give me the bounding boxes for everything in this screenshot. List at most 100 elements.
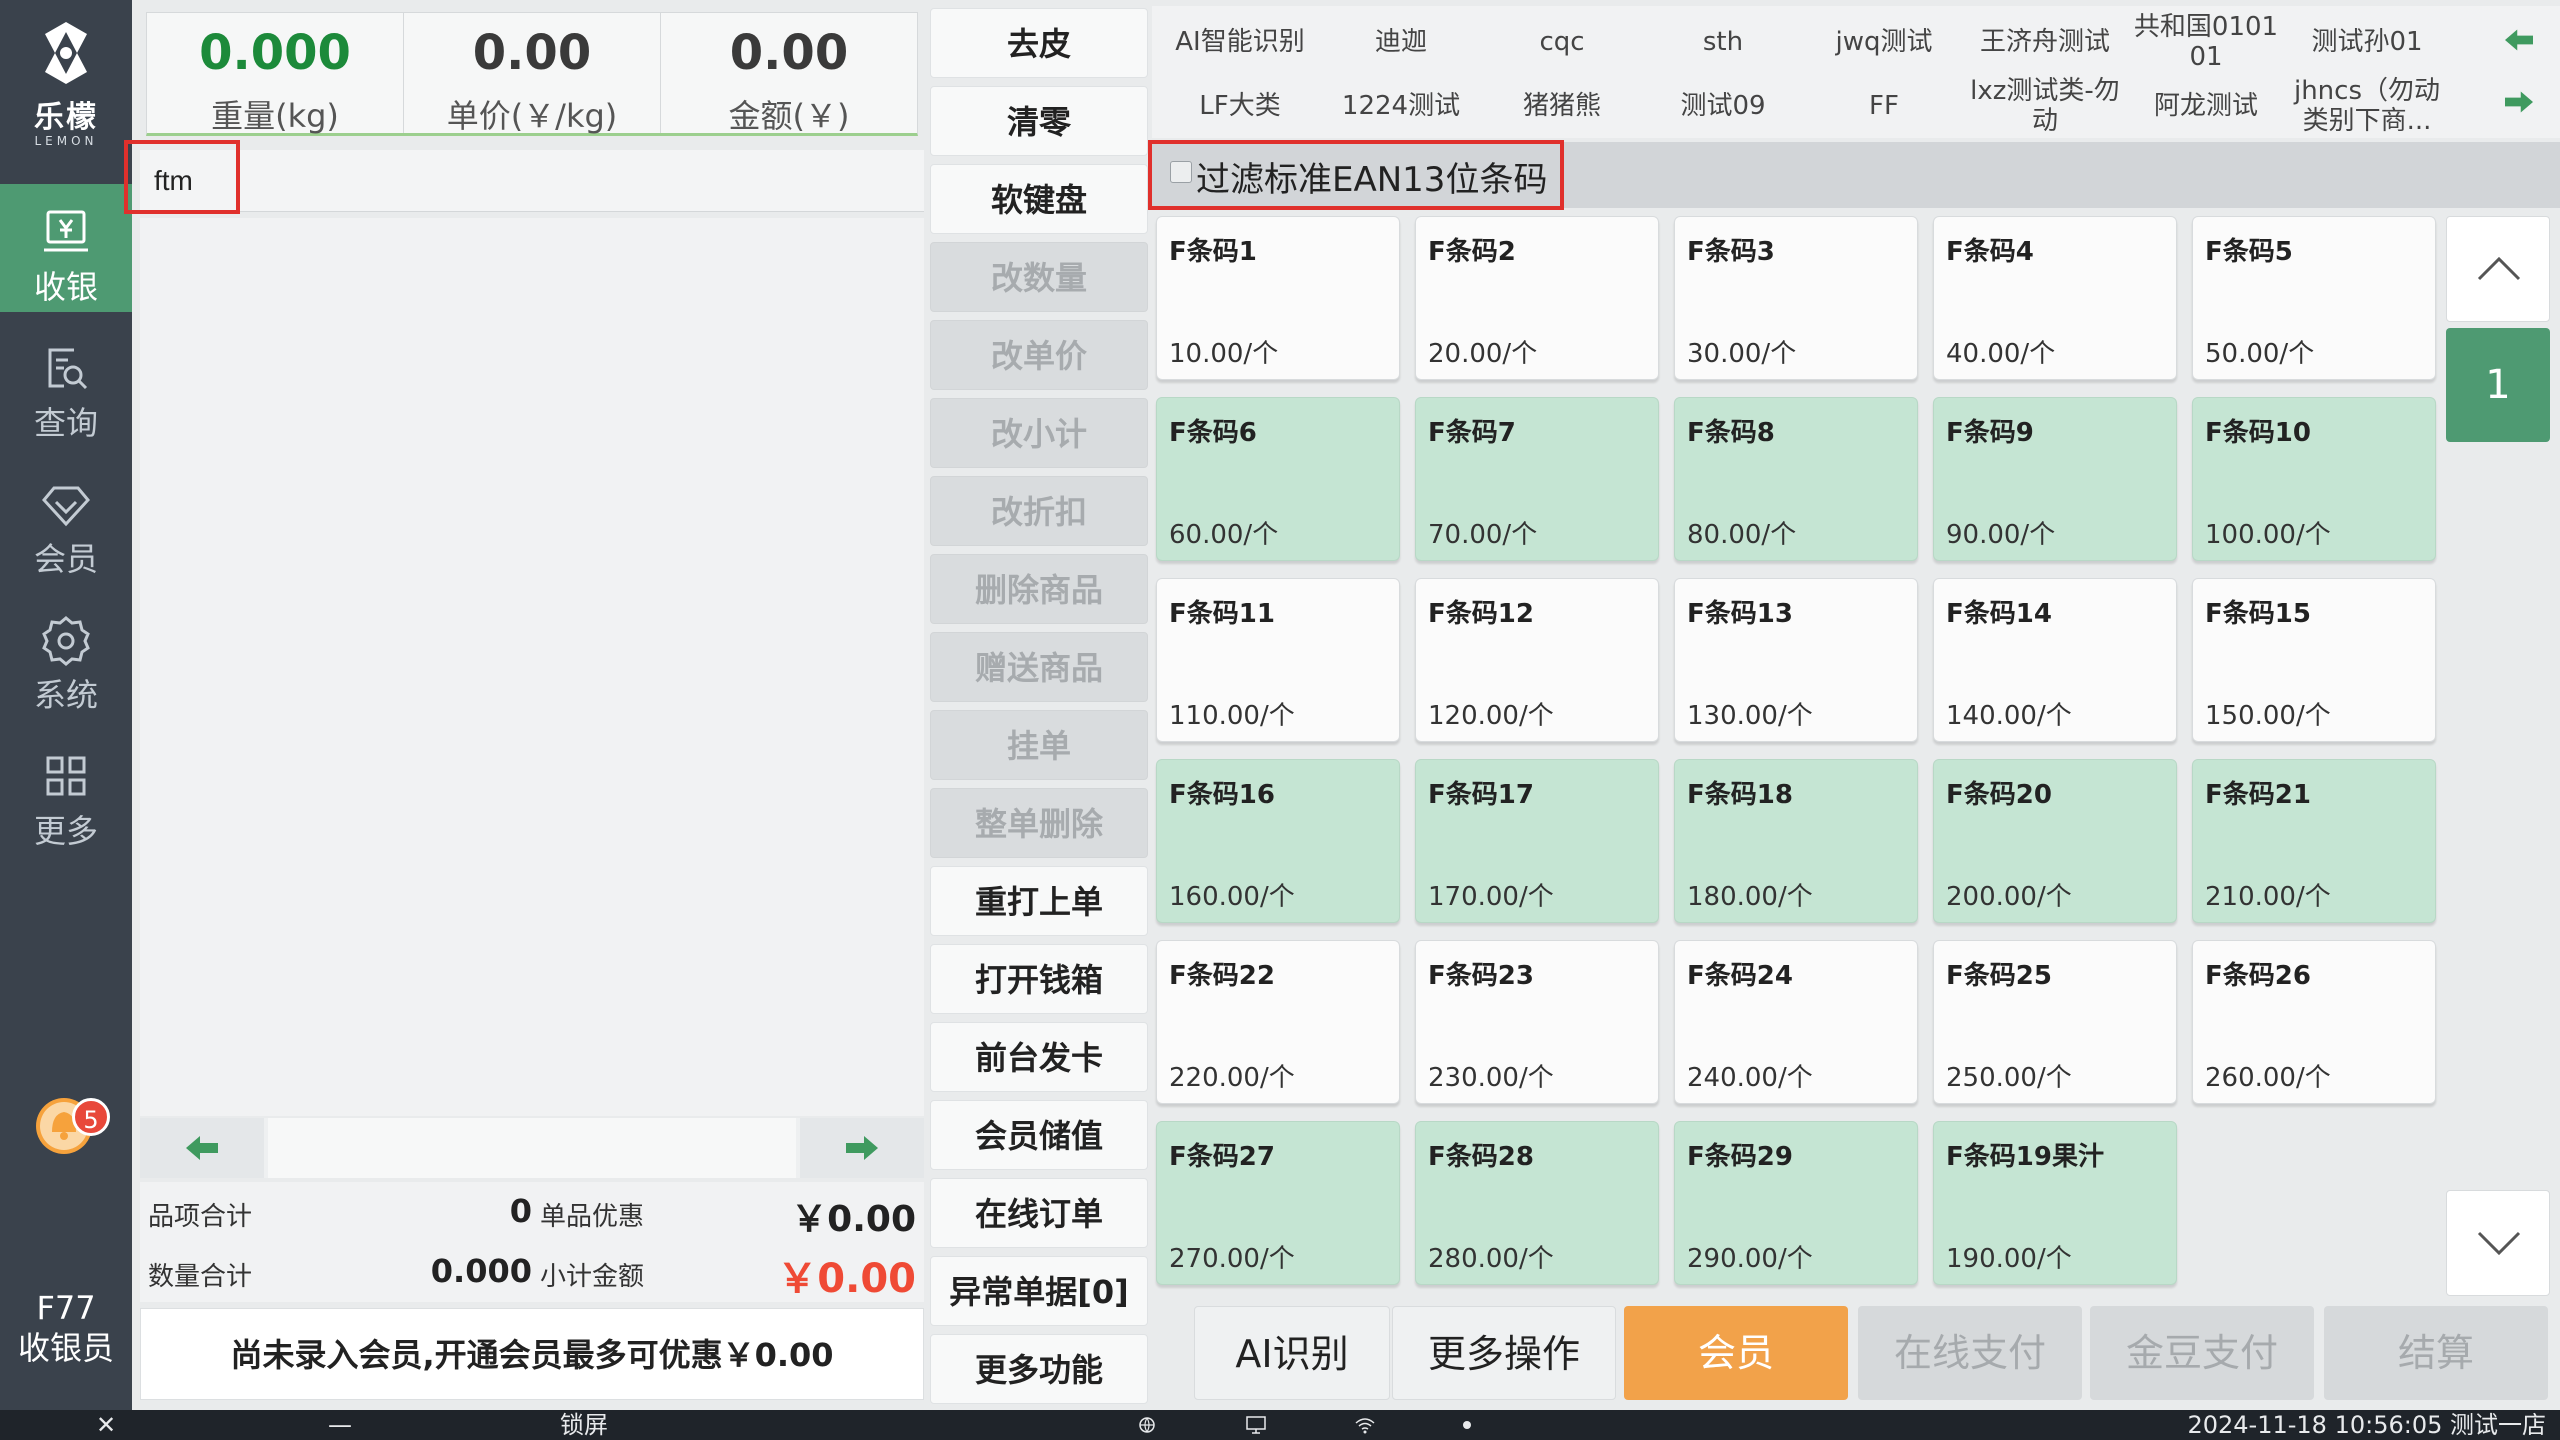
member-promo-banner[interactable]: 尚未录入会员,开通会员最多可优惠￥0.00 xyxy=(140,1308,924,1400)
category-prev-button[interactable] xyxy=(2488,10,2548,70)
product-price: 250.00/个 xyxy=(1946,1063,2072,1093)
product-card[interactable]: F条码15 150.00/个 xyxy=(2192,578,2436,742)
current-page-indicator[interactable]: 1 xyxy=(2446,328,2550,442)
operator-info: F77 收银员 xyxy=(0,1288,132,1368)
function-button[interactable]: 前台发卡 xyxy=(930,1022,1148,1092)
function-button[interactable]: 异常单据[0] xyxy=(930,1256,1148,1326)
product-name: F条码27 xyxy=(1169,1142,1275,1172)
product-price: 130.00/个 xyxy=(1687,701,1813,731)
ean13-filter-checkbox[interactable] xyxy=(1170,161,1192,183)
action-button[interactable]: 更多操作 xyxy=(1392,1306,1616,1400)
category-tab[interactable]: LF大类 xyxy=(1160,76,1320,136)
category-bar: AI智能识别 迪迦 cqc sth jwq测试 王济舟测试 共和国0101 01 测试孙01 L… xyxy=(1152,6,2560,138)
function-button[interactable]: 在线订单 xyxy=(930,1178,1148,1248)
category-tab[interactable]: 测试孙01 xyxy=(2287,12,2447,72)
category-next-button[interactable] xyxy=(2488,72,2548,132)
product-card[interactable]: F条码25 250.00/个 xyxy=(1933,940,2177,1104)
product-card[interactable]: F条码20 200.00/个 xyxy=(1933,759,2177,923)
product-card[interactable]: F条码9 90.00/个 xyxy=(1933,397,2177,561)
category-tab[interactable]: 测试09 xyxy=(1643,76,1803,136)
product-card[interactable]: F条码13 130.00/个 xyxy=(1674,578,1918,742)
product-card[interactable]: F条码23 230.00/个 xyxy=(1415,940,1659,1104)
product-card[interactable]: F条码19果汁 190.00/个 xyxy=(1933,1121,2177,1285)
function-button[interactable]: 更多功能 xyxy=(930,1334,1148,1404)
product-card[interactable]: F条码17 170.00/个 xyxy=(1415,759,1659,923)
category-tab[interactable]: sth xyxy=(1643,12,1803,72)
category-tab[interactable]: 迪迦 xyxy=(1321,12,1481,72)
category-tab[interactable]: AI智能识别 xyxy=(1160,12,1320,72)
product-card[interactable]: F条码3 30.00/个 xyxy=(1674,216,1918,380)
function-button[interactable]: 重打上单 xyxy=(930,866,1148,936)
scale-amount: 0.00 金额(￥) xyxy=(661,13,917,135)
product-card[interactable]: F条码16 160.00/个 xyxy=(1156,759,1400,923)
nav-label-cashier: 收银 xyxy=(33,268,98,306)
totals-panel: 品项合计 0 单品优惠 ￥0.00 数量合计 0.000 小计金额 ￥0.00 xyxy=(140,1182,924,1302)
nav-item-query[interactable]: 查询 xyxy=(0,320,132,448)
product-price: 90.00/个 xyxy=(1946,520,2056,550)
product-card[interactable]: F条码10 100.00/个 xyxy=(2192,397,2436,561)
nav-label-query: 查询 xyxy=(33,404,98,442)
brand-logo: 乐檬 LEMON xyxy=(0,14,132,148)
category-tab[interactable]: jhncs（勿动类别下商... xyxy=(2287,76,2447,136)
cart-next-button[interactable] xyxy=(800,1118,924,1178)
nav-item-more[interactable]: 更多 xyxy=(0,728,132,856)
weight-label: 重量(kg) xyxy=(211,97,339,135)
category-tab[interactable]: jwq测试 xyxy=(1804,12,1964,72)
minimize-window-button[interactable]: — xyxy=(328,1410,352,1440)
action-button: 结算 xyxy=(2324,1306,2548,1400)
page-down-button[interactable] xyxy=(2446,1190,2550,1296)
cart-item-list[interactable] xyxy=(140,218,924,1116)
nav-label-more: 更多 xyxy=(33,812,98,850)
product-card[interactable]: F条码7 70.00/个 xyxy=(1415,397,1659,561)
product-card[interactable]: F条码28 280.00/个 xyxy=(1415,1121,1659,1285)
product-card[interactable]: F条码5 50.00/个 xyxy=(2192,216,2436,380)
cart-scroll-track[interactable] xyxy=(268,1118,796,1178)
product-price: 70.00/个 xyxy=(1428,520,1538,550)
category-tab[interactable]: 共和国0101 01 xyxy=(2126,12,2286,72)
nav-item-cashier[interactable]: 收银 xyxy=(0,184,132,312)
product-name: F条码26 xyxy=(2205,961,2311,991)
action-button[interactable]: AI识别 xyxy=(1194,1306,1390,1400)
function-button[interactable]: 打开钱箱 xyxy=(930,944,1148,1014)
product-card[interactable]: F条码18 180.00/个 xyxy=(1674,759,1918,923)
product-card[interactable]: F条码27 270.00/个 xyxy=(1156,1121,1400,1285)
function-button[interactable]: 去皮 xyxy=(930,8,1148,78)
category-tab[interactable]: 猪猪熊 xyxy=(1482,76,1642,136)
category-tab[interactable]: cqc xyxy=(1482,12,1642,72)
category-tab[interactable]: 阿龙测试 xyxy=(2126,76,2286,136)
category-tab[interactable]: lxz测试类-勿动 xyxy=(1965,76,2125,136)
product-card[interactable]: F条码26 260.00/个 xyxy=(2192,940,2436,1104)
product-card[interactable]: F条码29 290.00/个 xyxy=(1674,1121,1918,1285)
category-tab[interactable]: 1224测试 xyxy=(1321,76,1481,136)
product-card[interactable]: F条码12 120.00/个 xyxy=(1415,578,1659,742)
qty-total-value: 0.000 xyxy=(430,1252,532,1290)
function-button[interactable]: 会员储值 xyxy=(930,1100,1148,1170)
product-name: F条码29 xyxy=(1687,1142,1793,1172)
product-card[interactable]: F条码11 110.00/个 xyxy=(1156,578,1400,742)
product-price: 190.00/个 xyxy=(1946,1244,2072,1274)
datetime-store-label: 2024-11-18 10:56:05 测试一店 xyxy=(2187,1411,2546,1439)
product-card[interactable]: F条码2 20.00/个 xyxy=(1415,216,1659,380)
product-card[interactable]: F条码4 40.00/个 xyxy=(1933,216,2177,380)
product-card[interactable]: F条码6 60.00/个 xyxy=(1156,397,1400,561)
category-tab[interactable]: 王济舟测试 xyxy=(1965,12,2125,72)
function-button[interactable]: 软键盘 xyxy=(930,164,1148,234)
ean13-filter-label[interactable]: 过滤标准EAN13位条码 xyxy=(1196,152,1547,201)
product-card[interactable]: F条码24 240.00/个 xyxy=(1674,940,1918,1104)
product-price: 50.00/个 xyxy=(2205,339,2315,369)
product-card[interactable]: F条码1 10.00/个 xyxy=(1156,216,1400,380)
lock-screen-button[interactable]: 锁屏 xyxy=(560,1410,608,1440)
product-card[interactable]: F条码8 80.00/个 xyxy=(1674,397,1918,561)
product-card[interactable]: F条码21 210.00/个 xyxy=(2192,759,2436,923)
cart-prev-button[interactable] xyxy=(140,1118,264,1178)
page-up-button[interactable] xyxy=(2446,216,2550,322)
action-button[interactable]: 会员 xyxy=(1624,1306,1848,1400)
nav-item-system[interactable]: 系统 xyxy=(0,592,132,720)
product-card[interactable]: F条码14 140.00/个 xyxy=(1933,578,2177,742)
nav-item-member[interactable]: 会员 xyxy=(0,456,132,584)
function-button[interactable]: 清零 xyxy=(930,86,1148,156)
close-window-button[interactable]: ✕ xyxy=(96,1410,116,1440)
product-card[interactable]: F条码22 220.00/个 xyxy=(1156,940,1400,1104)
product-search-input[interactable] xyxy=(150,158,550,204)
category-tab[interactable]: FF xyxy=(1804,76,1964,136)
